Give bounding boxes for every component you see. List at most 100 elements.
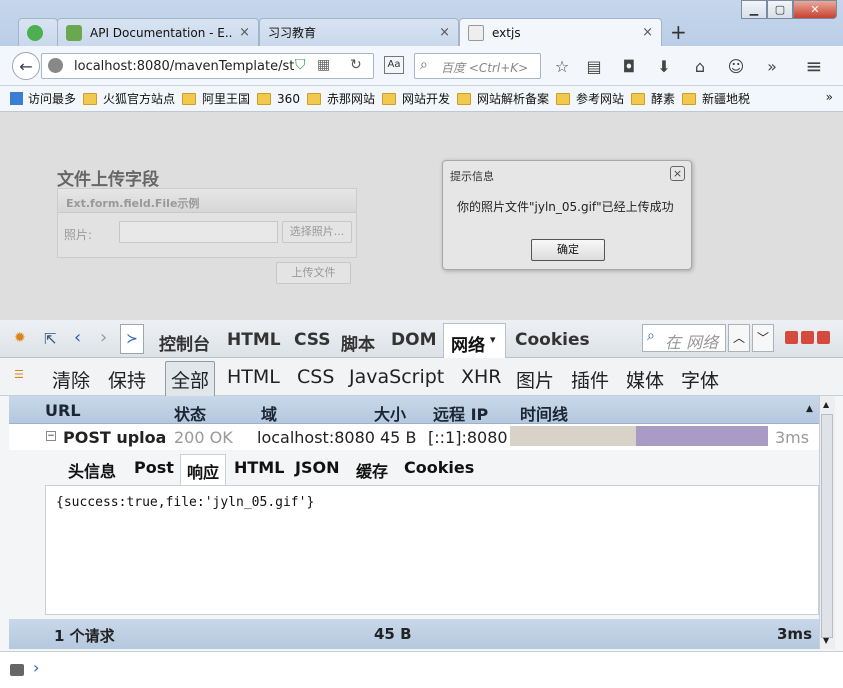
close-window-button[interactable]: ✕ [793,0,837,19]
panel-tab-script[interactable]: 脚本 [341,330,375,355]
devtools-panel: ✹ ⇱ ‹ › ≻ 控制台 HTML CSS 脚本 DOM 网络 ▾ Cooki… [0,320,843,688]
bookmark-item[interactable]: 酵素 [631,90,675,107]
back-button[interactable]: ← [12,52,40,80]
devtools-search-input[interactable]: ⌕ 在 网络 [642,324,726,352]
hello-icon[interactable]: ☺ [724,54,748,78]
detail-tab-html[interactable]: HTML [234,458,284,477]
bookmark-most-visited[interactable]: 访问最多 [10,90,76,107]
bookmark-item[interactable]: 网站解析备案 [456,90,549,107]
command-editor-icon[interactable]: ≻ [120,324,144,354]
devtools-scrollbar[interactable]: ▲ ▼ [819,396,835,649]
command-line-icon[interactable] [10,664,24,676]
bookmark-item[interactable]: 新疆地税 [682,90,750,107]
column-timeline[interactable]: 时间线 [520,401,568,425]
dialog-ok-button[interactable]: 确定 [531,239,605,261]
bookmark-item[interactable]: 参考网站 [556,90,624,107]
reload-icon[interactable]: ↻ [350,57,362,73]
detail-tab-cache[interactable]: 缓存 [356,458,388,482]
bookmark-item[interactable]: 赤那网站 [306,90,375,107]
filter-images[interactable]: 图片 [516,366,554,393]
column-size[interactable]: 大小 [374,401,406,425]
expand-toggle-icon[interactable]: − [46,431,56,441]
filter-xhr[interactable]: XHR [461,366,502,388]
browse-photo-button[interactable]: 选择照片... [282,221,352,243]
qr-code-icon[interactable]: ▦ [317,57,330,73]
tab-wechat[interactable] [18,18,58,46]
upload-file-button[interactable]: 上传文件 [276,262,351,284]
firebug-icon[interactable]: ✹ [14,330,26,346]
detail-tab-post[interactable]: Post [134,458,174,477]
panel-tab-network[interactable]: 网络 ▾ [443,323,506,359]
bookmark-star-icon[interactable]: ☆ [550,54,574,78]
search-prev-button[interactable]: ︿ [728,324,750,352]
filter-media[interactable]: 媒体 [626,366,664,393]
filter-all[interactable]: 全部 [165,361,216,398]
filter-html[interactable]: HTML [227,366,280,388]
detach-devtools-icon[interactable] [801,331,814,344]
close-tab-icon[interactable]: × [642,25,653,40]
scroll-down-icon[interactable]: ▼ [823,636,829,645]
minimize-button[interactable]: ▁ [741,0,767,19]
filter-fonts[interactable]: 字体 [681,366,719,393]
new-tab-button[interactable]: + [670,20,687,44]
filter-plugins[interactable]: 插件 [571,366,609,393]
reader-view-icon[interactable]: Aa [384,56,404,74]
detail-tab-response[interactable]: 响应 [180,454,227,487]
scroll-thumb[interactable] [821,414,833,638]
persist-button[interactable]: 保持 [108,366,146,393]
bookmark-item[interactable]: 阿里王国 [182,90,250,107]
search-next-button[interactable]: ﹀ [752,324,774,352]
close-tab-icon[interactable]: × [439,25,450,40]
page-content: 文件上传字段 Ext.form.field.File示例 照片: 选择照片...… [0,112,843,320]
dialog-close-icon[interactable]: × [670,166,685,181]
tab-xixi[interactable]: 习习教育 × [259,18,459,46]
bookmark-item[interactable]: 网站开发 [381,90,450,107]
detail-tab-headers[interactable]: 头信息 [68,458,116,482]
search-placeholder: 在 网络 [665,333,719,352]
panel-title: Ext.form.field.File示例 [58,189,356,213]
bookmark-item[interactable]: 360 [257,92,300,106]
bookmarks-overflow[interactable]: » [826,90,833,104]
panel-tab-html[interactable]: HTML [227,330,281,350]
devtools-panel-bar: ✹ ⇱ ‹ › ≻ 控制台 HTML CSS 脚本 DOM 网络 ▾ Cooki… [0,320,843,359]
menu-icon[interactable]: ≡ [802,54,826,78]
close-devtools-icon[interactable] [817,331,830,344]
url-bar[interactable]: localhost:8080/mavenTemplate/st ⛉ ▦ ↻ [41,53,374,79]
home-icon[interactable]: ⌂ [688,54,712,78]
network-request-row[interactable]: − POST uploa 200 OK localhost:8080 45 B … [9,424,819,450]
shield-icon[interactable]: ⛉ [295,57,306,73]
panel-tab-css[interactable]: CSS [294,330,331,350]
bookmark-item[interactable]: 火狐官方站点 [83,90,175,107]
minimize-devtools-icon[interactable] [785,331,798,344]
panel-tab-console[interactable]: 控制台 [159,330,210,355]
column-status[interactable]: 状态 [174,401,206,425]
back-arrow-icon[interactable]: ‹ [74,327,81,348]
inspect-icon[interactable]: ⇱ [44,330,57,348]
tab-api-documentation[interactable]: API Documentation - E... × [57,18,259,46]
bookmarks-list-icon[interactable]: ▤ [582,54,606,78]
column-remote-ip[interactable]: 远程 IP [433,401,488,425]
filter-css[interactable]: CSS [297,366,334,388]
column-domain[interactable]: 域 [261,401,277,425]
panel-tab-cookies[interactable]: Cookies [515,330,590,350]
photo-file-input[interactable] [119,221,278,243]
search-bar[interactable]: ⌕ 百度 <Ctrl+K> [414,53,541,79]
detail-tab-cookies[interactable]: Cookies [404,458,474,477]
column-url[interactable]: URL [45,401,81,420]
panel-tab-dom[interactable]: DOM [391,330,436,350]
url-text[interactable]: localhost:8080/mavenTemplate/st [74,59,294,74]
download-icon[interactable]: ⬇ [652,54,676,78]
command-line[interactable]: › [0,651,843,688]
bookmark-label: 参考网站 [576,92,625,106]
clear-button[interactable]: 清除 [52,366,90,393]
xhr-icon: ☰ [14,368,24,381]
maximize-button[interactable]: ▢ [767,0,793,19]
forward-arrow-icon[interactable]: › [100,327,107,348]
close-tab-icon[interactable]: × [239,25,250,40]
filter-javascript[interactable]: JavaScript [349,366,444,388]
scroll-up-icon[interactable]: ▲ [823,400,829,409]
pocket-icon[interactable]: ◘ [617,54,641,78]
overflow-icon[interactable]: » [760,54,784,78]
detail-tab-json[interactable]: JSON [295,458,339,477]
tab-extjs[interactable]: extjs × [459,18,662,46]
